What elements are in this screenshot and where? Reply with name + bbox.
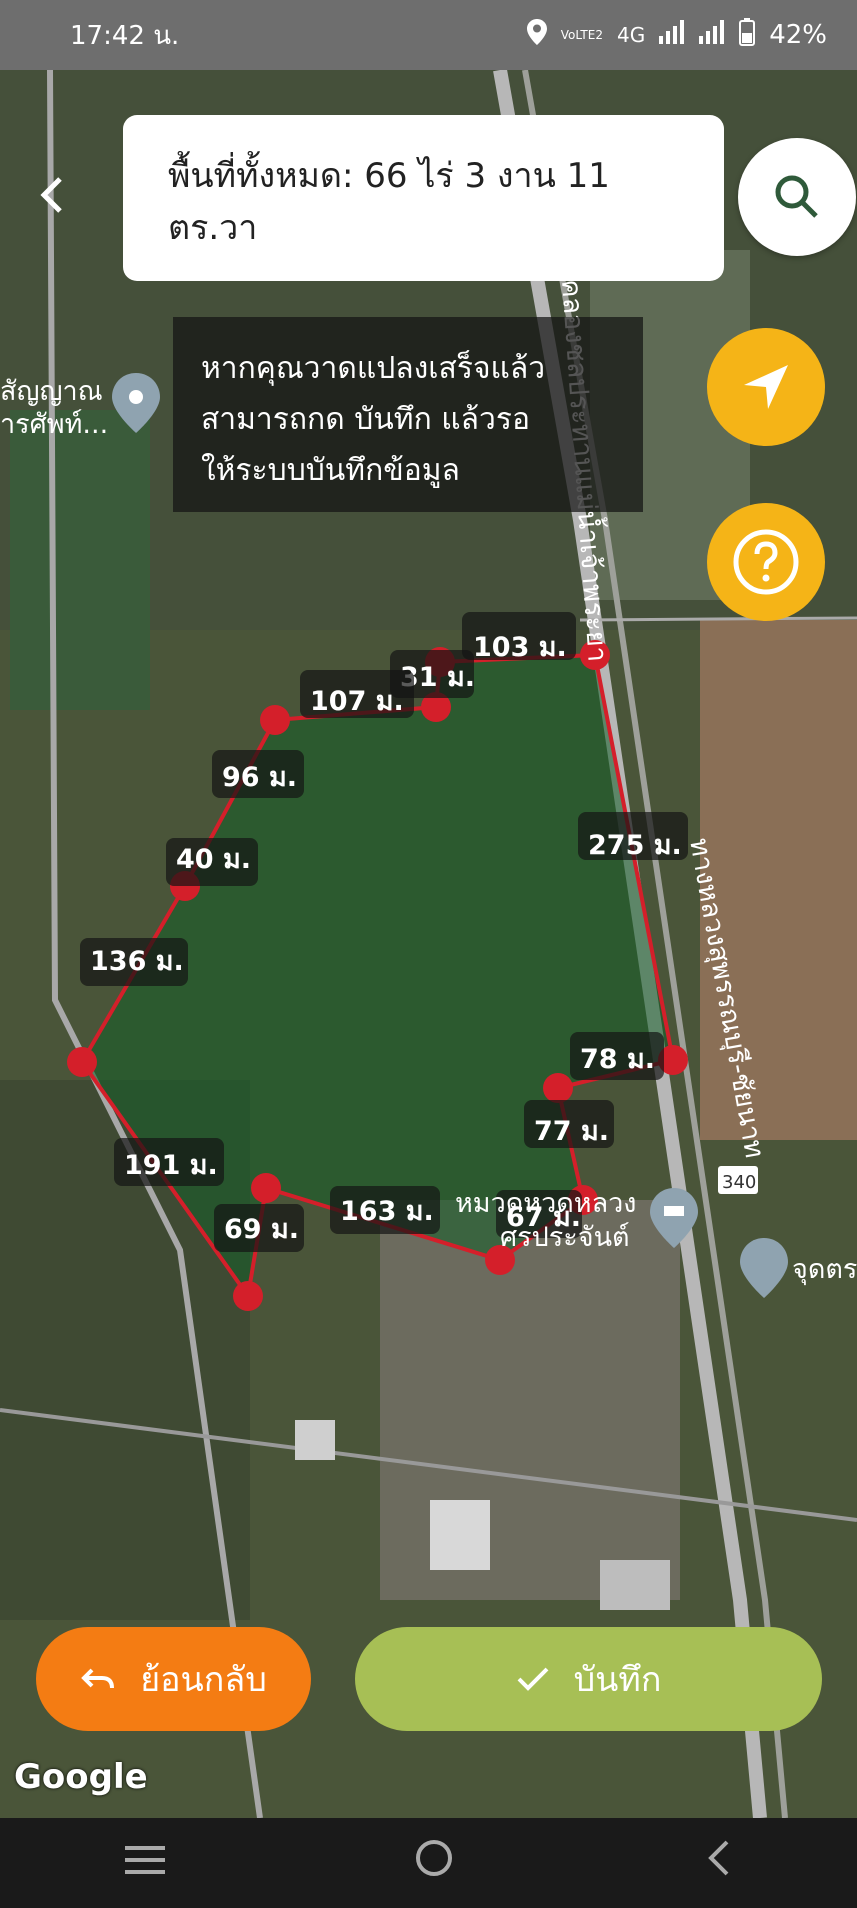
hint-line: สามารถกด บันทึก แล้วรอ (201, 402, 530, 437)
question-icon (733, 529, 799, 595)
signal-icon-1 (659, 19, 685, 51)
distance-label: 163 ม. (340, 1196, 434, 1227)
distance-label: 136 ม. (90, 946, 184, 977)
undo-button[interactable]: ย้อนกลับ (36, 1627, 311, 1731)
vertex-marker[interactable] (260, 705, 290, 735)
chevron-left-icon (40, 177, 62, 213)
signal-icon-2 (699, 19, 725, 51)
distance-label: 77 ม. (534, 1116, 609, 1147)
home-button[interactable] (414, 1838, 454, 1888)
save-label: บันทึก (573, 1660, 662, 1700)
building (600, 1560, 670, 1610)
network-type: 4G (616, 23, 646, 47)
search-icon (775, 175, 818, 218)
undo-icon (81, 1668, 115, 1689)
hint-line: หากคุณวาดแปลงเสร็จแล้ว (201, 351, 546, 386)
distance-label: 69 ม. (224, 1214, 299, 1245)
poi-label: ศรประจันต์ (500, 1221, 630, 1253)
building (295, 1420, 335, 1460)
volte-icon: VoLTE2 (560, 28, 603, 42)
chevron-left-icon (707, 1840, 728, 1876)
road-number: 340 (722, 1172, 756, 1193)
vertex-marker[interactable] (67, 1047, 97, 1077)
vertex-marker[interactable] (543, 1073, 573, 1103)
check-icon (517, 1667, 548, 1691)
system-nav-bar (0, 1818, 857, 1908)
vertex-marker[interactable] (251, 1173, 281, 1203)
my-location-button[interactable] (707, 328, 825, 446)
poi-label: สัญญาณ (0, 376, 103, 407)
poi-label: ารศัพท์... (0, 408, 108, 440)
help-button[interactable] (707, 503, 825, 621)
status-bar: 17:42 น. VoLTE2 4G 42% (0, 0, 857, 70)
menu-lines-icon (124, 1846, 165, 1874)
building (430, 1500, 490, 1570)
google-attribution: Google (14, 1757, 148, 1797)
undo-label: ย้อนกลับ (140, 1660, 267, 1700)
distance-label: 275 ม. (588, 830, 682, 861)
poi-label: หมวดหวดหลวง (455, 1188, 636, 1219)
recent-apps-button[interactable] (124, 1840, 165, 1886)
poi-label: จุดตร (792, 1254, 857, 1286)
navigation-arrow-icon (744, 365, 788, 409)
area-summary-line: พื้นที่ทั้งหมด: 66 ไร่ 3 งาน 11 (168, 156, 610, 196)
battery-level: 42% (769, 20, 827, 50)
distance-label: 191 ม. (124, 1150, 218, 1181)
drawing-hint: หากคุณวาดแปลงเสร็จแล้ว สามารถกด บันทึก แ… (173, 317, 643, 512)
area-summary-line: ตร.วา (168, 208, 258, 248)
distance-label: 107 ม. (310, 686, 404, 717)
hint-line: ให้ระบบบันทึกข้อมูล (201, 453, 460, 488)
back-button[interactable] (36, 172, 66, 226)
system-back-button[interactable] (703, 1838, 733, 1888)
status-time: 17:42 น. (70, 20, 180, 51)
distance-label: 103 ม. (473, 632, 567, 663)
vertex-marker[interactable] (233, 1281, 263, 1311)
home-circle-icon (415, 1840, 452, 1876)
distance-label: 40 ม. (176, 844, 251, 875)
search-button[interactable] (738, 138, 856, 256)
area-summary-card: พื้นที่ทั้งหมด: 66 ไร่ 3 งาน 11 ตร.วา (123, 115, 724, 281)
distance-label: 96 ม. (222, 762, 297, 793)
location-status-icon (526, 18, 547, 52)
save-button[interactable]: บันทึก (355, 1627, 822, 1731)
distance-label: 78 ม. (580, 1044, 655, 1075)
battery-icon (739, 17, 756, 53)
